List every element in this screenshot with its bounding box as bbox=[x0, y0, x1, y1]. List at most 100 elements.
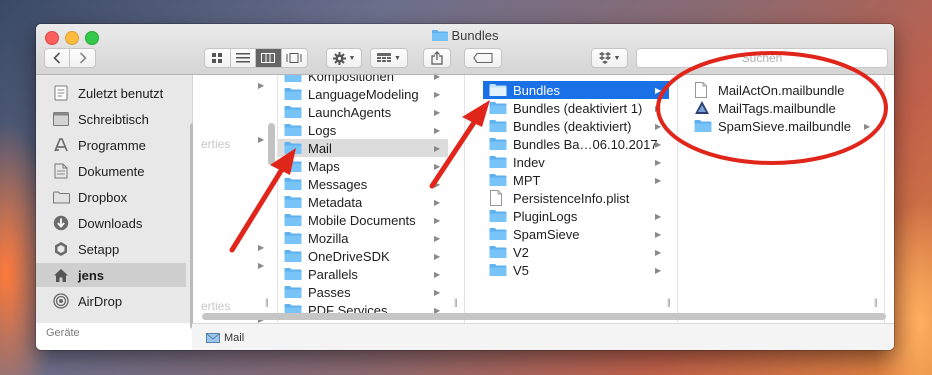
sidebar-item-desktop[interactable]: Schreibtisch bbox=[36, 107, 192, 131]
list-item[interactable]: LaunchAgents ▶ bbox=[278, 103, 448, 121]
list-item-label: Passes bbox=[308, 284, 351, 300]
chevron-right-icon: ▶ bbox=[258, 135, 264, 144]
list-item[interactable]: Kompositionen ▶ bbox=[278, 75, 448, 85]
sidebar-item-home[interactable]: jens bbox=[36, 263, 186, 287]
list-item[interactable]: Mobile Documents ▶ bbox=[278, 211, 448, 229]
share-button[interactable] bbox=[423, 48, 451, 68]
chevron-right-icon: ▶ bbox=[655, 175, 662, 185]
list-item[interactable]: Mail ▶ bbox=[278, 139, 448, 157]
dropbox-button[interactable]: ▼ bbox=[591, 48, 628, 68]
downloads-icon bbox=[52, 214, 70, 232]
list-item[interactable]: Bundles (deaktiviert) ▶ bbox=[483, 117, 669, 135]
sidebar-item-documents[interactable]: Dokumente bbox=[36, 159, 192, 183]
column-view-button[interactable] bbox=[256, 49, 282, 67]
chevron-right-icon: ▶ bbox=[434, 107, 441, 117]
mailtags-icon bbox=[694, 101, 712, 115]
list-item[interactable]: SpamSieve.mailbundle ▶ bbox=[688, 117, 878, 135]
chevron-right-icon: ▶ bbox=[655, 103, 662, 113]
chevron-right-icon: ▶ bbox=[434, 143, 441, 153]
list-item[interactable]: PluginLogs ▶ bbox=[483, 207, 669, 225]
folder-icon bbox=[489, 101, 507, 115]
list-item[interactable]: Mozilla ▶ bbox=[278, 229, 448, 247]
list-item-label: V5 bbox=[513, 262, 529, 278]
list-item[interactable]: Maps ▶ bbox=[278, 157, 448, 175]
ghost-label: erties bbox=[201, 137, 231, 151]
list-item[interactable]: MailActOn.mailbundle bbox=[688, 81, 878, 99]
list-item[interactable]: Passes ▶ bbox=[278, 283, 448, 301]
share-icon bbox=[431, 51, 443, 65]
chevron-right-icon: ▶ bbox=[434, 179, 441, 189]
chevron-right-icon: ▶ bbox=[864, 121, 871, 131]
list-item[interactable]: OneDriveSDK ▶ bbox=[278, 247, 448, 265]
chevron-right-icon: ▶ bbox=[655, 157, 662, 167]
path-bar-label[interactable]: Mail bbox=[224, 332, 244, 344]
folder-icon bbox=[52, 188, 70, 206]
list-item[interactable]: SpamSieve ▶ bbox=[483, 225, 669, 243]
arrange-button[interactable]: ▼ bbox=[370, 48, 408, 68]
list-item[interactable]: MailTags.mailbundle bbox=[688, 99, 878, 117]
path-bar: Mail bbox=[192, 323, 894, 350]
finder-window: Bundles ▼ ▼ ▼ Suchen Zuletzt benutzt Sch… bbox=[36, 24, 894, 350]
column-resize-handle[interactable]: || bbox=[667, 297, 671, 307]
list-item-label: Messages bbox=[308, 176, 368, 192]
chevron-right-icon: ▶ bbox=[434, 215, 441, 225]
sidebar-item-applications[interactable]: Programme bbox=[36, 133, 192, 157]
sidebar-item-dropbox[interactable]: Dropbox bbox=[36, 185, 192, 209]
chevron-right-icon: ▶ bbox=[434, 251, 441, 261]
list-item[interactable]: Logs ▶ bbox=[278, 121, 448, 139]
column-resize-handle[interactable]: || bbox=[454, 297, 458, 307]
list-item[interactable]: Messages ▶ bbox=[278, 175, 448, 193]
sidebar-item-label: Dropbox bbox=[78, 189, 128, 205]
list-item-label: MailTags.mailbundle bbox=[718, 100, 836, 116]
list-item[interactable]: V5 ▶ bbox=[483, 261, 669, 279]
list-item[interactable]: Metadata ▶ bbox=[278, 193, 448, 211]
sidebar-item-label: Dokumente bbox=[78, 163, 145, 179]
list-item[interactable]: Bundles ▶ bbox=[483, 81, 669, 99]
search-input[interactable]: Suchen bbox=[636, 48, 888, 68]
horizontal-scrollbar[interactable] bbox=[202, 313, 886, 320]
list-item-label: Mail bbox=[308, 140, 332, 156]
back-button[interactable] bbox=[45, 49, 71, 67]
list-view-button[interactable] bbox=[231, 49, 256, 67]
column-scrollbar[interactable] bbox=[268, 123, 275, 165]
list-item[interactable]: LanguageModeling ▶ bbox=[278, 85, 448, 103]
folder-icon bbox=[489, 209, 507, 223]
icon-view-button[interactable] bbox=[205, 49, 231, 67]
list-item[interactable]: MPT ▶ bbox=[483, 171, 669, 189]
folder-icon bbox=[489, 245, 507, 259]
sidebar-item-setapp[interactable]: Setapp bbox=[36, 237, 192, 261]
list-item[interactable]: Bundles Ba…06.10.2017 ▶ bbox=[483, 135, 669, 153]
folder-icon bbox=[284, 195, 302, 209]
chevron-right-icon: ▶ bbox=[258, 261, 264, 270]
sidebar-item-airdrop[interactable]: AirDrop bbox=[36, 289, 192, 313]
forward-button[interactable] bbox=[70, 49, 95, 67]
list-item[interactable]: Bundles (deaktiviert 1) ▶ bbox=[483, 99, 669, 117]
list-item-label: Bundles bbox=[513, 82, 560, 98]
list-item[interactable]: Parallels ▶ bbox=[278, 265, 448, 283]
action-button[interactable]: ▼ bbox=[326, 48, 362, 68]
gallery-view-button[interactable] bbox=[282, 49, 307, 67]
applications-icon bbox=[52, 136, 70, 154]
list-item-label: Mobile Documents bbox=[308, 212, 416, 228]
folder-icon bbox=[284, 267, 302, 281]
sidebar-item-recents[interactable]: Zuletzt benutzt bbox=[36, 81, 192, 105]
folder-icon bbox=[489, 83, 507, 97]
list-item[interactable]: Indev ▶ bbox=[483, 153, 669, 171]
column-resize-handle[interactable]: || bbox=[265, 297, 269, 307]
chevron-right-icon: ▶ bbox=[434, 287, 441, 297]
chevron-right-icon: ▶ bbox=[434, 125, 441, 135]
list-item[interactable]: V2 ▶ bbox=[483, 243, 669, 261]
column-0: erties erties ▶ ▶ ▶ ▶ ▶ || bbox=[193, 75, 278, 323]
sidebar-item-label: jens bbox=[78, 267, 105, 283]
search-placeholder: Suchen bbox=[741, 51, 783, 65]
folder-icon bbox=[489, 137, 507, 151]
chevron-right-icon: ▶ bbox=[655, 139, 662, 149]
document-icon bbox=[694, 82, 712, 98]
tag-button[interactable] bbox=[464, 48, 502, 68]
chevron-right-icon: ▶ bbox=[434, 233, 441, 243]
column-resize-handle[interactable]: || bbox=[874, 297, 878, 307]
folder-icon bbox=[284, 87, 302, 101]
sidebar-item-downloads[interactable]: Downloads bbox=[36, 211, 192, 235]
list-item-label: OneDriveSDK bbox=[308, 248, 390, 264]
list-item[interactable]: PersistenceInfo.plist bbox=[483, 189, 669, 207]
